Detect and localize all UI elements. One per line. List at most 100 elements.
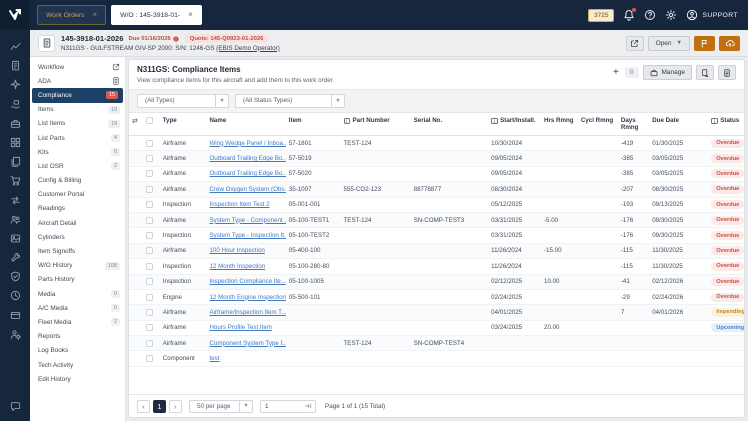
sidebar-item-compliance[interactable]: Compliance 15 bbox=[32, 88, 123, 103]
compliance-item-link[interactable]: 12 Month Engine Inspection bbox=[209, 294, 285, 301]
cloud-upload-button[interactable] bbox=[719, 35, 740, 51]
sidebar-item-list-parts[interactable]: List Parts 4 bbox=[30, 131, 125, 145]
compliance-item-link[interactable]: test bbox=[209, 355, 219, 362]
compliance-item-link[interactable]: 12 Month Inspection bbox=[209, 263, 265, 270]
sidebar-item-customer-portal[interactable]: Customer Portal bbox=[30, 188, 125, 202]
chat-icon[interactable] bbox=[10, 401, 21, 412]
sidebar-item-ada[interactable]: ADA bbox=[30, 74, 125, 88]
compliance-item-link[interactable]: Component System Type f... bbox=[209, 340, 285, 347]
person-settings-icon[interactable] bbox=[10, 329, 21, 340]
external-link-button[interactable] bbox=[625, 35, 644, 51]
sidebar-item-cylinders[interactable]: Cylinders bbox=[30, 230, 125, 244]
info-icon[interactable]: i bbox=[491, 117, 498, 124]
sidebar-item-config-billing[interactable]: Config & Billing bbox=[30, 174, 125, 188]
sidebar-item-workflow[interactable]: Workflow bbox=[30, 60, 125, 74]
next-page-button[interactable]: › bbox=[169, 399, 182, 413]
sidebar-item-items[interactable]: Items 19 bbox=[30, 103, 125, 117]
row-checkbox[interactable] bbox=[146, 216, 154, 224]
gear-icon[interactable] bbox=[665, 9, 677, 21]
sidebar-item-parts-history[interactable]: Parts History bbox=[30, 273, 125, 287]
goto-page-icon[interactable] bbox=[301, 402, 315, 410]
shield-check-icon[interactable] bbox=[10, 271, 21, 282]
sidebar-item-edit-history[interactable]: Edit History bbox=[30, 372, 125, 386]
column-header-serial[interactable]: Serial No. bbox=[410, 112, 489, 136]
row-checkbox[interactable] bbox=[146, 139, 154, 147]
compliance-item-link[interactable]: Wing Wedge Panel / Inboa... bbox=[209, 140, 285, 147]
goto-page-input[interactable] bbox=[261, 402, 301, 410]
tab-work-orders[interactable]: Work Orders × bbox=[37, 5, 107, 25]
sidebar-item-list-osr[interactable]: List OSR 2 bbox=[30, 159, 125, 173]
tab-current-wo[interactable]: W/O : 145-3918-01- × bbox=[111, 5, 202, 25]
copy-pages-icon[interactable] bbox=[10, 156, 21, 167]
line-chart-icon[interactable] bbox=[10, 41, 21, 52]
status-filter-dropdown[interactable]: (All Status Types) ▼ bbox=[235, 93, 345, 108]
column-header-cycl[interactable]: Cycl Rmng bbox=[577, 112, 618, 136]
compliance-item-link[interactable]: 100 Hour Inspection bbox=[209, 247, 264, 254]
quote-badge[interactable]: Quote: 145-Q0923-01-2026 bbox=[183, 34, 270, 44]
transfer-arrows-icon[interactable] bbox=[10, 195, 21, 206]
row-checkbox[interactable] bbox=[146, 324, 154, 332]
close-icon[interactable]: × bbox=[92, 11, 97, 19]
sidebar-item-a-c-media[interactable]: A/C Media 0 bbox=[30, 301, 125, 315]
row-checkbox[interactable] bbox=[146, 262, 154, 270]
compliance-item-link[interactable]: System Type - Inspection It... bbox=[209, 232, 285, 239]
clock-icon[interactable] bbox=[10, 290, 21, 301]
row-checkbox[interactable] bbox=[146, 170, 154, 178]
org-grid-icon[interactable] bbox=[10, 137, 21, 148]
app-logo[interactable] bbox=[0, 0, 30, 30]
column-header-start[interactable]: i Start/Install. bbox=[488, 112, 541, 136]
bell-icon[interactable] bbox=[623, 8, 637, 21]
sidebar-item-item-signoffs[interactable]: Item Signoffs bbox=[30, 244, 125, 258]
close-icon[interactable]: × bbox=[188, 11, 193, 19]
info-icon[interactable]: i bbox=[343, 117, 351, 124]
manage-button[interactable]: Manage bbox=[642, 65, 692, 80]
sidebar-item-w-o-history[interactable]: W/O History 108 bbox=[30, 259, 125, 273]
work-order-icon[interactable] bbox=[10, 60, 21, 71]
help-icon[interactable] bbox=[644, 9, 656, 21]
row-checkbox[interactable] bbox=[146, 278, 154, 286]
operator-link[interactable]: (EBIS Demo Operator) bbox=[216, 45, 280, 52]
tools-icon[interactable] bbox=[10, 252, 21, 263]
row-checkbox[interactable] bbox=[146, 247, 154, 255]
sidebar-item-fleet-media[interactable]: Fleet Media 2 bbox=[30, 315, 125, 329]
sidebar-item-list-items[interactable]: List Items 19 bbox=[30, 117, 125, 131]
report-button[interactable] bbox=[718, 65, 736, 80]
sidebar-item-kits[interactable]: Kits 0 bbox=[30, 145, 125, 159]
column-header-part[interactable]: i Part Number bbox=[340, 112, 411, 136]
sidebar-item-reports[interactable]: Reports bbox=[30, 330, 125, 344]
sidebar-item-log-books[interactable]: Log Books bbox=[30, 344, 125, 358]
row-checkbox[interactable] bbox=[146, 231, 154, 239]
column-header-days[interactable]: Days Rmng bbox=[617, 112, 650, 136]
row-checkbox[interactable] bbox=[146, 201, 154, 209]
people-icon[interactable] bbox=[10, 214, 21, 225]
compliance-item-link[interactable]: Inspection Compliance Ite... bbox=[209, 278, 285, 285]
sidebar-item-aircraft-detail[interactable]: Aircraft Detail bbox=[30, 216, 125, 230]
row-checkbox[interactable] bbox=[146, 293, 154, 301]
compliance-item-link[interactable]: Outboard Trailing Edge Bo... bbox=[209, 170, 285, 177]
sidebar-item-tech-activity[interactable]: Tech Activity bbox=[30, 358, 125, 372]
page-number-button[interactable]: 1 bbox=[153, 399, 166, 413]
add-button[interactable]: + bbox=[611, 67, 621, 78]
per-page-dropdown[interactable]: 50 per page ▼ bbox=[189, 399, 253, 413]
notification-counter[interactable]: 3725 bbox=[587, 8, 615, 22]
compliance-item-link[interactable]: Airframe/Inspection Item T... bbox=[209, 309, 285, 316]
flag-button[interactable] bbox=[694, 35, 715, 51]
row-checkbox[interactable] bbox=[146, 308, 154, 316]
column-header-due[interactable]: Due Date bbox=[649, 112, 709, 136]
support-menu[interactable]: SUPPORT bbox=[686, 9, 738, 21]
compliance-item-link[interactable]: Hours Profile Test Item bbox=[209, 324, 271, 331]
card-icon[interactable] bbox=[10, 310, 21, 321]
airplane-icon[interactable] bbox=[10, 79, 21, 90]
parts-hand-icon[interactable] bbox=[10, 99, 21, 110]
column-header-item[interactable]: Item bbox=[285, 112, 341, 136]
row-checkbox[interactable] bbox=[146, 355, 154, 363]
compliance-item-link[interactable]: Inspection Item Test 2 bbox=[209, 201, 269, 208]
column-header-type[interactable]: Type bbox=[159, 112, 207, 136]
row-checkbox[interactable] bbox=[146, 155, 154, 163]
prev-page-button[interactable]: ‹ bbox=[137, 399, 150, 413]
column-header-hrs[interactable]: Hrs Rmng bbox=[541, 112, 578, 136]
compliance-item-link[interactable]: System Type - Component ... bbox=[209, 217, 285, 224]
compliance-item-link[interactable]: Crew Oxygen System (Obs... bbox=[209, 186, 285, 193]
row-checkbox[interactable] bbox=[146, 339, 154, 347]
row-checkbox[interactable] bbox=[146, 185, 154, 193]
